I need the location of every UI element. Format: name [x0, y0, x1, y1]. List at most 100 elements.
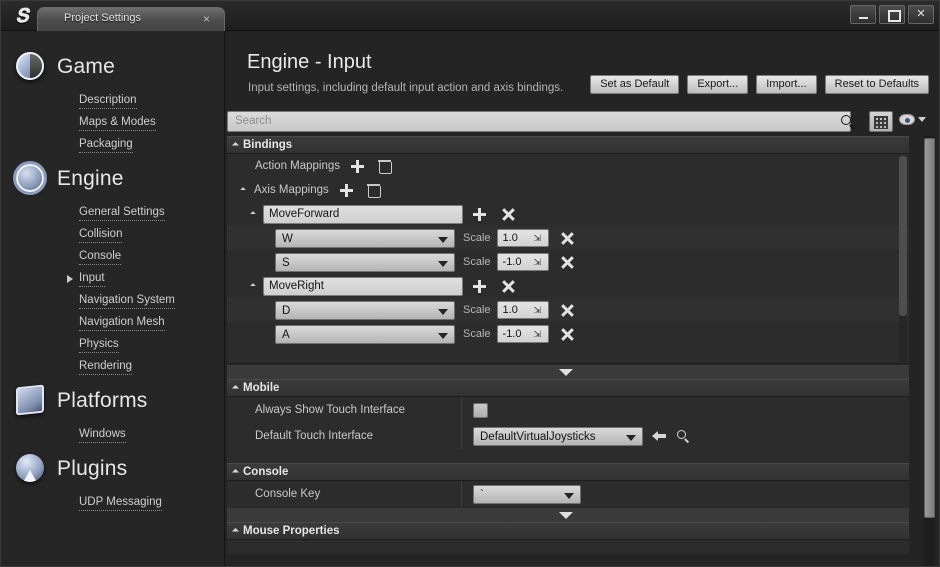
close-icon[interactable]: ×: [203, 11, 210, 27]
remove-icon[interactable]: [502, 280, 515, 293]
row-label: Default Touch Interface: [255, 430, 374, 442]
section-header-console[interactable]: Console: [227, 463, 909, 481]
chevron-down-icon: [231, 527, 240, 535]
trash-icon[interactable]: [366, 183, 381, 198]
chevron-down-icon[interactable]: [559, 512, 573, 519]
sidebar-group-title: Engine: [57, 167, 124, 190]
settings-main-panel: Engine - Input Input settings, including…: [225, 31, 939, 566]
axis-name-input[interactable]: MoveRight: [263, 276, 463, 296]
sidebar-item-label: Collision: [79, 228, 123, 243]
spinner-icon[interactable]: ⇲: [534, 305, 544, 315]
axis-name-input[interactable]: MoveForward: [263, 204, 463, 224]
browse-icon[interactable]: [676, 429, 691, 444]
spinner-icon[interactable]: ⇲: [534, 257, 544, 267]
key-select[interactable]: W: [275, 228, 455, 248]
sidebar-item-input[interactable]: Input: [1, 268, 224, 290]
chevron-down-icon[interactable]: [559, 369, 573, 376]
chevron-down-icon[interactable]: [240, 187, 246, 193]
sidebar-item-navigation-mesh[interactable]: Navigation Mesh: [1, 312, 224, 334]
search-row: Search: [227, 111, 926, 132]
minimize-button[interactable]: [850, 5, 876, 24]
sidebar-group-engine: Engine General Settings Collision Consol…: [1, 157, 224, 379]
bindings-expander[interactable]: [227, 364, 909, 379]
add-icon[interactable]: [473, 207, 486, 221]
sidebar-item-windows[interactable]: Windows: [1, 424, 224, 446]
sidebar-item-udp-messaging[interactable]: UDP Messaging: [1, 492, 224, 514]
grid-icon[interactable]: [869, 111, 893, 132]
reset-to-defaults-button[interactable]: Reset to Defaults: [824, 75, 929, 94]
remove-icon[interactable]: [561, 256, 574, 269]
key-value: D: [282, 304, 291, 317]
chevron-right-icon[interactable]: [67, 275, 73, 283]
bindings-scrollbar[interactable]: [899, 156, 907, 362]
set-as-default-button[interactable]: Set as Default: [590, 75, 680, 94]
action-mappings-label: Action Mappings: [255, 160, 341, 172]
chevron-down-icon: [231, 468, 240, 476]
tab-label: Project Settings: [64, 12, 142, 24]
search-input[interactable]: Search: [227, 111, 851, 132]
sidebar-item-maps-modes[interactable]: Maps & Modes: [1, 112, 224, 134]
window-body: Game Description Maps & Modes Packaging: [1, 31, 939, 566]
settings-scrollbar[interactable]: [924, 136, 935, 566]
use-selected-asset-icon[interactable]: [652, 430, 667, 443]
settings-scroll-area: Bindings Action Mappings Axis Mappings M…: [227, 136, 909, 566]
settings-scrollbar-thumb[interactable]: [924, 138, 935, 518]
console-key-select[interactable]: `: [473, 484, 581, 504]
sidebar-item-rendering[interactable]: Rendering: [1, 356, 224, 378]
section-header-mobile[interactable]: Mobile: [227, 379, 909, 397]
export-button[interactable]: Export...: [687, 75, 749, 94]
sidebar-item-general-settings[interactable]: General Settings: [1, 202, 224, 224]
chevron-down-icon: [438, 236, 448, 243]
scale-input[interactable]: -1.0 ⇲: [496, 325, 549, 343]
bindings-scrollbar-thumb[interactable]: [899, 156, 907, 316]
sidebar-item-console[interactable]: Console: [1, 246, 224, 268]
tab-project-settings[interactable]: Project Settings ×: [37, 7, 225, 31]
key-select[interactable]: S: [275, 252, 455, 272]
axis-key-row: A Scale -1.0 ⇲: [227, 322, 909, 346]
add-icon[interactable]: [351, 159, 365, 173]
maximize-button[interactable]: [879, 5, 905, 24]
search-icon[interactable]: [839, 113, 857, 131]
remove-icon[interactable]: [561, 328, 574, 341]
always-show-touch-interface-checkbox[interactable]: [473, 402, 488, 418]
sidebar-item-physics[interactable]: Physics: [1, 334, 224, 356]
sidebar-item-label: Windows: [79, 428, 126, 443]
chevron-down-icon[interactable]: [250, 211, 256, 217]
sidebar-item-description[interactable]: Description: [1, 90, 224, 112]
add-icon[interactable]: [473, 279, 486, 293]
chevron-down-icon[interactable]: [250, 283, 256, 289]
section-header-bindings[interactable]: Bindings: [227, 136, 909, 154]
axis-group-header: MoveForward: [227, 202, 909, 226]
sidebar-item-label: General Settings: [79, 206, 165, 221]
sidebar-item-label: Input: [79, 272, 105, 287]
key-select[interactable]: D: [275, 300, 455, 320]
remove-icon[interactable]: [502, 208, 515, 221]
section-title: Bindings: [243, 139, 293, 151]
section-header-mouse-properties[interactable]: Mouse Properties: [227, 522, 909, 540]
console-expander[interactable]: [227, 507, 909, 522]
import-button[interactable]: Import...: [756, 75, 817, 94]
stopwatch-icon: [11, 48, 49, 86]
default-touch-interface-select[interactable]: DefaultVirtualJoysticks: [473, 426, 643, 446]
sidebar-item-label: UDP Messaging: [79, 496, 162, 511]
spinner-icon[interactable]: ⇲: [534, 329, 544, 339]
sidebar-item-label: Packaging: [79, 138, 133, 153]
axis-group-header: MoveRight: [227, 274, 909, 298]
remove-icon[interactable]: [561, 232, 574, 245]
view-options-button[interactable]: [899, 114, 926, 125]
scale-input[interactable]: 1.0 ⇲: [496, 229, 549, 247]
scale-input[interactable]: -1.0 ⇲: [496, 253, 549, 271]
sidebar-item-packaging[interactable]: Packaging: [1, 134, 224, 156]
add-icon[interactable]: [339, 183, 353, 197]
sidebar-item-navigation-system[interactable]: Navigation System: [1, 290, 224, 312]
close-button[interactable]: ✕: [908, 5, 934, 24]
scale-input[interactable]: 1.0 ⇲: [496, 301, 549, 319]
sidebar-item-collision[interactable]: Collision: [1, 224, 224, 246]
sidebar-group-plugins: Plugins UDP Messaging: [1, 447, 224, 515]
remove-icon[interactable]: [561, 304, 574, 317]
sidebar-group-header-engine: Engine: [1, 157, 224, 201]
trash-icon[interactable]: [378, 159, 393, 174]
key-select[interactable]: A: [275, 324, 455, 344]
scale-value: 1.0: [502, 232, 518, 244]
spinner-icon[interactable]: ⇲: [534, 233, 544, 243]
